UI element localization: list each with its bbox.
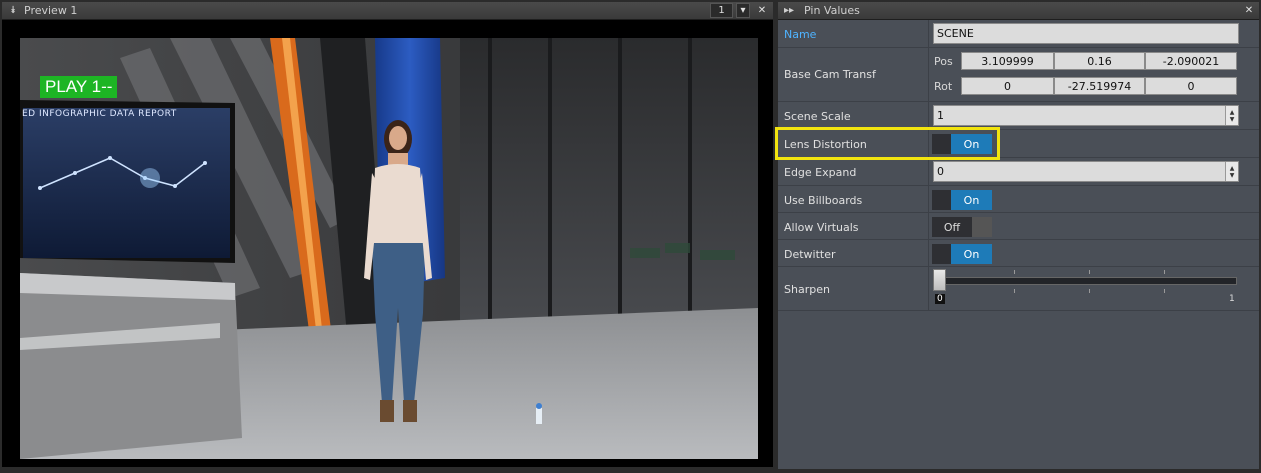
row-detwitter: Detwitter On <box>778 240 1259 267</box>
pin-values-panel: Name SCENE Base Cam Transf Pos 3.109999 … <box>778 20 1259 469</box>
scene-scale-value: 1 <box>937 109 944 122</box>
collapse-icon[interactable]: ⯯ <box>6 5 20 16</box>
double-arrow-icon[interactable]: ▸▸ <box>782 5 796 16</box>
detwitter-state: On <box>951 244 992 264</box>
rot-x-field[interactable]: 0 <box>961 77 1054 95</box>
detwitter-label: Detwitter <box>784 248 836 261</box>
pos-label: Pos <box>934 55 953 68</box>
scene-scale-field[interactable]: 1 ▲ ▼ <box>933 105 1239 126</box>
detwitter-toggle[interactable]: On <box>932 244 992 264</box>
scene-scale-label: Scene Scale <box>784 110 851 123</box>
sharpen-label: Sharpen <box>784 283 830 296</box>
row-base-cam-transf: Base Cam Transf Pos 3.109999 0.16 -2.090… <box>778 48 1259 102</box>
pos-x-field[interactable]: 3.109999 <box>961 52 1054 70</box>
use-billboards-state: On <box>951 190 992 210</box>
allow-virtuals-label: Allow Virtuals <box>784 221 859 234</box>
play-indicator: PLAY 1-- <box>40 76 118 98</box>
use-billboards-label: Use Billboards <box>784 194 863 207</box>
row-use-billboards: Use Billboards On <box>778 186 1259 213</box>
row-scene-scale: Scene Scale 1 ▲ ▼ <box>778 102 1259 130</box>
name-label: Name <box>784 28 817 41</box>
row-name: Name SCENE <box>778 20 1259 48</box>
base-cam-label: Base Cam Transf <box>784 68 876 81</box>
preview-viewport[interactable]: ED INFOGRAPHIC DATA REPORT PLAY 1-- <box>2 20 773 467</box>
dropdown-arrow-icon[interactable]: ▾ <box>736 3 750 18</box>
edge-expand-value: 0 <box>937 165 944 178</box>
use-billboards-toggle[interactable]: On <box>932 190 992 210</box>
sharpen-ticks <box>934 270 1237 275</box>
edge-expand-label: Edge Expand <box>784 166 857 179</box>
virtual-studio-scene: ED INFOGRAPHIC DATA REPORT PLAY 1-- <box>20 38 758 459</box>
preview-title: Preview 1 <box>24 4 78 17</box>
spin-arrows-icon[interactable]: ▲ ▼ <box>1225 106 1238 125</box>
pin-values-header: ▸▸ Pin Values ✕ <box>778 2 1259 20</box>
close-icon[interactable]: ✕ <box>1241 3 1257 18</box>
row-sharpen: Sharpen 0 1 <box>778 267 1259 311</box>
allow-virtuals-toggle[interactable]: Off <box>932 217 992 237</box>
view-number-select[interactable]: 1 <box>710 3 733 18</box>
name-field[interactable]: SCENE <box>933 23 1239 44</box>
allow-virtuals-state: Off <box>932 217 972 237</box>
screen-title: ED INFOGRAPHIC DATA REPORT <box>22 109 177 119</box>
spin-arrows-icon[interactable]: ▲ ▼ <box>1225 162 1238 181</box>
sharpen-max-label: 1 <box>1229 294 1235 304</box>
pos-z-field[interactable]: -2.090021 <box>1145 52 1237 70</box>
preview-header: ⯯ Preview 1 1 ▾ ✕ <box>2 2 773 20</box>
sharpen-ticks-bottom <box>934 289 1237 294</box>
rot-y-field[interactable]: -27.519974 <box>1054 77 1145 95</box>
pos-y-field[interactable]: 0.16 <box>1054 52 1145 70</box>
close-icon[interactable]: ✕ <box>754 3 770 18</box>
sharpen-value-label: 0 <box>935 294 945 304</box>
row-edge-expand: Edge Expand 0 ▲ ▼ <box>778 158 1259 186</box>
edge-expand-field[interactable]: 0 ▲ ▼ <box>933 161 1239 182</box>
rot-label: Rot <box>934 80 953 93</box>
pin-values-title: Pin Values <box>804 4 860 17</box>
row-allow-virtuals: Allow Virtuals Off <box>778 213 1259 240</box>
sharpen-slider-thumb[interactable] <box>933 269 946 291</box>
sharpen-slider-track[interactable] <box>934 277 1237 285</box>
rot-z-field[interactable]: 0 <box>1145 77 1237 95</box>
lens-distortion-highlight <box>775 127 1000 160</box>
